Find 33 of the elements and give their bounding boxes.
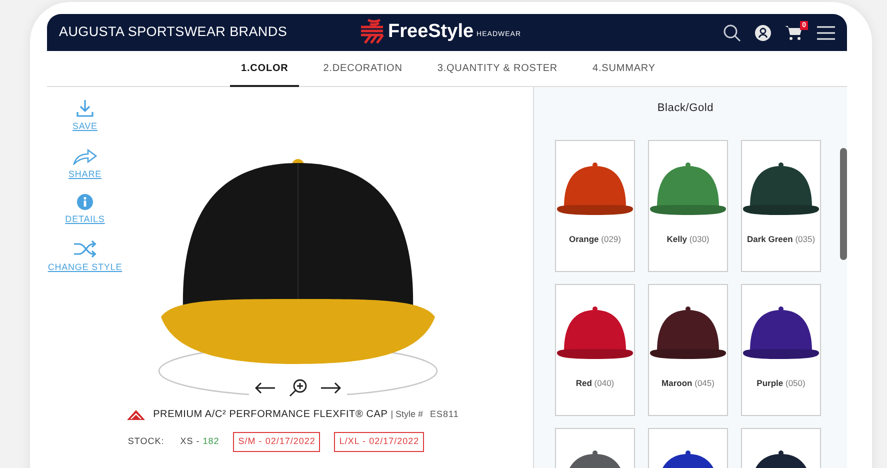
brand-mountain-icon xyxy=(127,410,146,420)
share-arrow-icon xyxy=(72,146,97,164)
stock-quantity: XS - 182 xyxy=(180,435,220,448)
color-swatch-card[interactable]: Kelly (030) xyxy=(648,140,728,272)
arrow-right-icon[interactable] xyxy=(321,382,341,394)
download-icon xyxy=(76,99,94,117)
step-tab[interactable]: 4.SUMMARY xyxy=(582,51,666,87)
color-swatch-card[interactable]: Maroon (045) xyxy=(648,284,728,416)
color-swatch-card[interactable]: Red (040) xyxy=(555,284,635,416)
menu-icon[interactable] xyxy=(817,26,835,40)
color-swatch-card[interactable]: Orange (029) xyxy=(555,140,635,272)
color-swatch-card[interactable]: Purple (050) xyxy=(741,284,821,416)
logo-stripes-icon xyxy=(359,18,385,44)
logo-text: FreeStyle xyxy=(388,20,474,44)
arrow-left-icon[interactable] xyxy=(255,382,275,394)
search-icon[interactable] xyxy=(723,24,741,42)
color-swatch-card[interactable]: Dark Green (035) xyxy=(741,140,821,272)
scrollbar-thumb[interactable] xyxy=(840,148,847,260)
stock-date-tag: L/XL - 02/17/2022 xyxy=(334,432,424,452)
selected-color-title: Black/Gold xyxy=(656,101,715,116)
product-name: PREMIUM A/C² PERFORMANCE FLEXFIT® CAP xyxy=(153,408,388,422)
zoom-in-icon[interactable] xyxy=(289,379,307,397)
shuffle-icon xyxy=(72,240,97,258)
cart-icon[interactable] xyxy=(785,24,803,40)
style-number: ES811 xyxy=(430,408,459,421)
brand-name: AUGUSTA SPORTSWEAR BRANDS xyxy=(59,23,288,42)
user-account-icon[interactable] xyxy=(755,24,771,40)
stock-label: STOCK: xyxy=(128,435,164,448)
stock-date-tag: S/M - 02/17/2022 xyxy=(233,432,320,452)
step-tab[interactable]: 2.DECORATION xyxy=(312,51,414,87)
info-icon xyxy=(77,194,93,210)
step-tab[interactable]: 3.QUANTITY & ROSTER xyxy=(426,51,569,87)
style-label: | Style # xyxy=(390,408,424,421)
